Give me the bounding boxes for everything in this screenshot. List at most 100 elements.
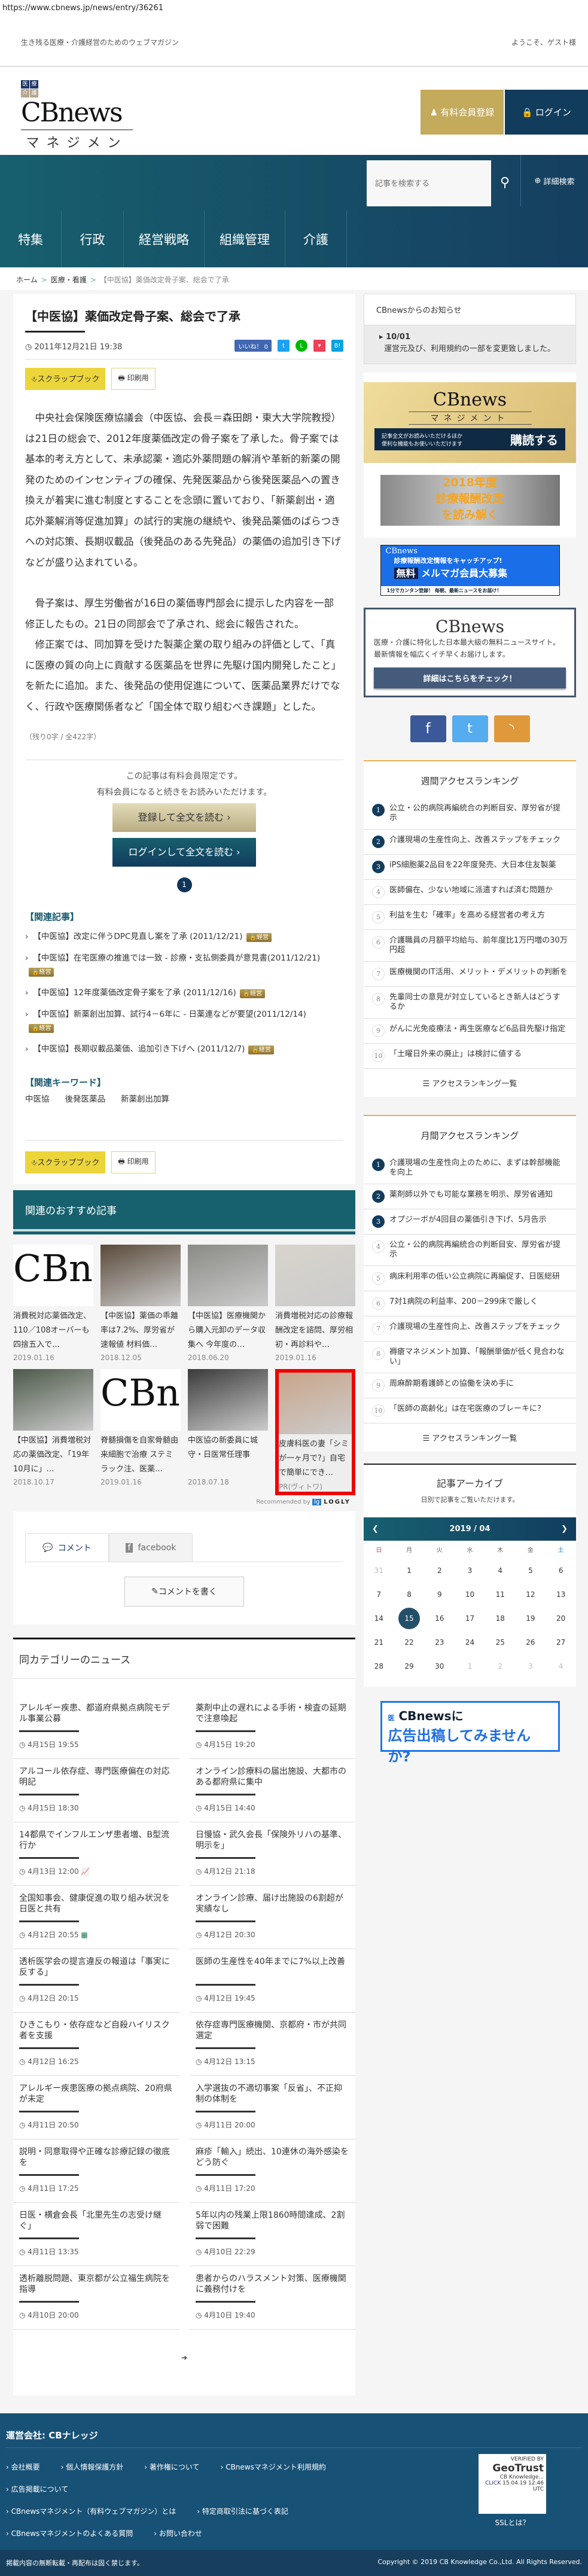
advanced-search-link[interactable]: ⊕ 詳細検索 [520, 155, 588, 206]
news-item[interactable]: 医師の生産性を40年までに7%以上改善 ◷ 4月12日 19:45 [190, 1949, 356, 2013]
ranking-item[interactable]: 6 7対1病院の利益率、200－299床で厳しく [364, 1291, 576, 1316]
calendar-day[interactable]: 22 [394, 1630, 425, 1654]
calendar-day[interactable]: 12 [516, 1583, 546, 1606]
keyword-link[interactable]: 新薬創出加算 [121, 1092, 169, 1104]
calendar-day[interactable]: 21 [364, 1630, 394, 1654]
related-item[interactable]: 【中医協】新薬創出加算、試行4－6年に - 日薬連などが要望(2011/12/1… [25, 1004, 343, 1039]
news-item[interactable]: アレルギー疾患医療の拠点病院、20府県が未定 ◷ 4月11日 20:50 [13, 2076, 179, 2139]
keyword-link[interactable]: 中医協 [25, 1092, 50, 1104]
tab-comment[interactable]: 💬 コメント [25, 1533, 109, 1562]
pocket-share-icon[interactable]: ▾ [313, 340, 325, 352]
facebook-like-button[interactable]: いいね！ 0 [234, 340, 272, 352]
notice-link[interactable]: 運営元及び、利用規約の一部を変更致しました。 [379, 343, 560, 355]
subscribe-banner[interactable]: CBnews マネジメント 記事全文がお読みいただけるほか 便利な機能もお使いいた… [364, 382, 576, 463]
calendar-day[interactable]: 16 [424, 1606, 455, 1630]
news-item[interactable]: アレルギー疾患、都道府県拠点病院モデル事業公募 ◷ 4月15日 19:55 [13, 1696, 179, 1759]
calendar-day[interactable]: 14 [364, 1606, 394, 1630]
calendar-day[interactable]: 1 [394, 1559, 425, 1583]
ranking-item[interactable]: 9 周麻酔期看護師との協働を決め手に [364, 1373, 576, 1398]
ranking-item[interactable]: 3 iPS細胞薬2品目を22年度発売、大日本住友製薬 [364, 855, 576, 880]
ranking-item[interactable]: 10 「医師の高齢化」は在宅医療のブレーキに？ [364, 1398, 576, 1423]
nav-item-organization[interactable]: 組織管理 [205, 211, 285, 267]
calendar-day[interactable]: 28 [364, 1654, 394, 1678]
ranking-item[interactable]: 5 病床利用率の低い公立病院に再編促す、日医総研 [364, 1266, 576, 1291]
details-button[interactable]: 詳細はこちらをチェック！ [374, 667, 566, 688]
ranking-item[interactable]: 8 褥瘡マネジメント加算、「報酬単価が低く見合わない」 [364, 1342, 576, 1373]
ranking-item[interactable]: 1 公立・公的病院再編統合の判断目安、厚労省が提示 [364, 798, 576, 830]
calendar-day[interactable]: 5 [516, 1559, 546, 1583]
login-read-button[interactable]: ログインして全文を読む › [112, 838, 256, 867]
nav-item-administration[interactable]: 行政 [62, 211, 124, 267]
calendar-day[interactable]: 23 [424, 1630, 455, 1654]
calendar-day[interactable]: 10 [455, 1583, 485, 1606]
calendar-day[interactable]: 2 [485, 1654, 516, 1678]
recommend-card[interactable]: CBne 脊髄損傷を自家骨髄由来細胞で治療 ステミラック注、医薬… 2019.01.… [100, 1369, 181, 1495]
news-item[interactable]: 5年以内の残業上限1860時間達成、2割弱で困難 ◷ 4月10日 22:29 [190, 2203, 356, 2266]
hatena-bookmark-icon[interactable]: B! [331, 340, 343, 352]
nav-item-management-strategy[interactable]: 経営戦略 [124, 211, 205, 267]
related-item[interactable]: 【中医協】長期収載品薬価、追加引き下げへ (2011/12/7)🔒経営 [25, 1039, 343, 1060]
news-item[interactable]: 薬剤中止の遅れによる手術・検査の延期で注意喚起 ◷ 4月15日 19:20 [190, 1696, 356, 1759]
print-button[interactable]: 🖶 印刷用 [111, 368, 156, 390]
calendar-day[interactable]: 30 [424, 1654, 455, 1678]
rss-icon[interactable]: ◝ [493, 715, 530, 742]
pagination-page[interactable]: 1 [176, 877, 192, 892]
news-item[interactable]: 14都県でインフルエンザ患者増、B型流行か ◷ 4月13日 12:00 📈 [13, 1822, 179, 1886]
calendar-day[interactable]: 19 [516, 1606, 546, 1630]
ranking-item[interactable]: 4 公立・公的病院再編統合の判断目安、厚労省が提示 [364, 1234, 576, 1266]
related-item[interactable]: 【中医協】在宅医療の推進では一致 - 診療・支払側委員が意見書(2011/12/… [25, 948, 343, 983]
tab-facebook[interactable]: f facebook [109, 1533, 193, 1562]
nav-item-care[interactable]: 介護 [285, 211, 347, 267]
footer-link[interactable]: › 著作権について [144, 2456, 199, 2479]
calendar-day[interactable]: 15 [394, 1606, 425, 1630]
recommend-card[interactable]: 【中医協】医療機関から購入元卸のデータ収集へ 今年度の… 2018.06.20 [188, 1245, 268, 1362]
twitter-share-icon[interactable]: t [278, 340, 290, 352]
login-button[interactable]: 🔒 ログイン [505, 90, 588, 135]
news-item[interactable]: アルコール依存症、専門医療偏在の対応明記 ◷ 4月15日 18:30 [13, 1759, 179, 1822]
ranking-list-link[interactable]: ☰ アクセスランキング一覧 [364, 1069, 576, 1097]
footer-link[interactable]: › CBnewsマネジメント（有料ウェブマガジン）とは [6, 2501, 176, 2523]
scrapbook-button[interactable]: ⎀スクラップブック [25, 368, 106, 390]
footer-link[interactable]: › CBnewsマネジメントのよくある質問 [6, 2523, 133, 2545]
advertise-banner[interactable]: 医 CBnewsに 広告出稿してみませんか? [380, 1701, 560, 1765]
news-item[interactable]: 麻疹「輸入」続出、10連休の海外感染をどう防ぐ ◷ 4月11日 17:20 [190, 2139, 356, 2203]
news-item[interactable]: 日慢協・武久会長「保険外リハの基準、明示を」 ◷ 4月12日 21:18 [190, 1822, 356, 1886]
recommend-card[interactable]: 消費増税対応の診療報酬改定を諮問、厚労相 初・再診料や… 2019.01.16 [275, 1245, 355, 1362]
ranking-item[interactable]: 5 利益を生む「確率」を高める経営者の考え方 [364, 905, 576, 930]
footer-link[interactable]: › お問い合わせ [154, 2523, 202, 2545]
footer-link[interactable]: › CBnewsマネジメント利用規約 [221, 2456, 326, 2479]
calendar-day[interactable]: 17 [455, 1606, 485, 1630]
calendar-day[interactable]: 4 [546, 1654, 576, 1678]
footer-link[interactable]: › 特定商取引法に基づく表記 [197, 2501, 288, 2523]
calendar-day[interactable]: 8 [394, 1583, 425, 1606]
ranking-item[interactable]: 2 薬剤師以外でも可能な業務を明示、厚労省通知 [364, 1184, 576, 1209]
news-item[interactable]: 入学選抜の不適切事案「反省」、不正抑制の体制を ◷ 4月11日 20:00 [190, 2076, 356, 2139]
ranking-item[interactable]: 8 先輩同士の意見が対立しているとき新人はどうするか [364, 987, 576, 1019]
search-input[interactable] [367, 160, 491, 206]
ranking-item[interactable]: 1 介護現場の生産性向上のために、まずは幹部機能を向上 [364, 1153, 576, 1184]
recommend-card[interactable]: 皮膚科医の妻「シミが一ヶ月で?」自宅で簡単にでき… PR(ヴィトワ) [275, 1369, 355, 1495]
ranking-item[interactable]: 3 オプジーボが4回目の薬価引き下げ、5月告示 [364, 1209, 576, 1234]
related-item[interactable]: 【中医協】改定に伴うDPC見直し案を了承 (2011/12/21)🔒経営 [25, 926, 343, 948]
news-item[interactable]: オンライン診療料の届出施設、大都市のある都府県に集中 ◷ 4月15日 14:40 [190, 1759, 356, 1822]
recommend-card[interactable]: 【中医協】消費増税対応の薬価改定、「19年10月に」… 2018.10.17 [13, 1369, 93, 1495]
news-item[interactable]: 依存症専門医療機関、京都府・市が共同選定 ◷ 4月12日 13:15 [190, 2013, 356, 2076]
recommend-card[interactable]: 中医協の新委員に城守・日医常任理事 2018.07.18 [188, 1369, 268, 1495]
calendar-day[interactable]: 3 [516, 1654, 546, 1678]
calendar-day[interactable]: 27 [546, 1630, 576, 1654]
recommend-card[interactable]: CBne 消費税対応薬価改定、110／108オーバーも 四捨五入で… 2019.01… [13, 1245, 93, 1362]
ranking-item[interactable]: 10 「土曜日外来の廃止」は検討に値する [364, 1044, 576, 1069]
news-item[interactable]: 説明・同意取得や正確な診療記録の徹底を ◷ 4月11日 17:25 [13, 2139, 179, 2203]
scrapbook-button[interactable]: ⎀スクラップブック [25, 1151, 106, 1173]
keyword-link[interactable]: 後発医薬品 [65, 1092, 106, 1104]
search-icon[interactable]: ⚲ [500, 175, 510, 190]
news-item[interactable]: 患者からのハラスメント対策、医療機関に義務付けを ◷ 4月10日 19:40 [190, 2266, 356, 2330]
ranking-item[interactable]: 7 介護現場の生産性向上、改善ステップをチェック [364, 1316, 576, 1342]
register-button[interactable]: ♟ 有料会員登録 [421, 90, 504, 135]
calendar-day[interactable]: 2 [424, 1559, 455, 1583]
mailmag-banner[interactable]: CBnews 診療報酬改定情報をキャッチアップ! 無料 メルマガ会員大募集 1分… [380, 545, 560, 596]
news-item[interactable]: ひきこもり・依存症など自殺ハイリスク者を支援 ◷ 4月12日 16:25 [13, 2013, 179, 2076]
calendar-day[interactable]: 3 [455, 1559, 485, 1583]
facebook-icon[interactable]: f [410, 715, 446, 742]
ranking-item[interactable]: 4 医師偏在、少ない地域に派遣すれば済む問題か [364, 880, 576, 905]
